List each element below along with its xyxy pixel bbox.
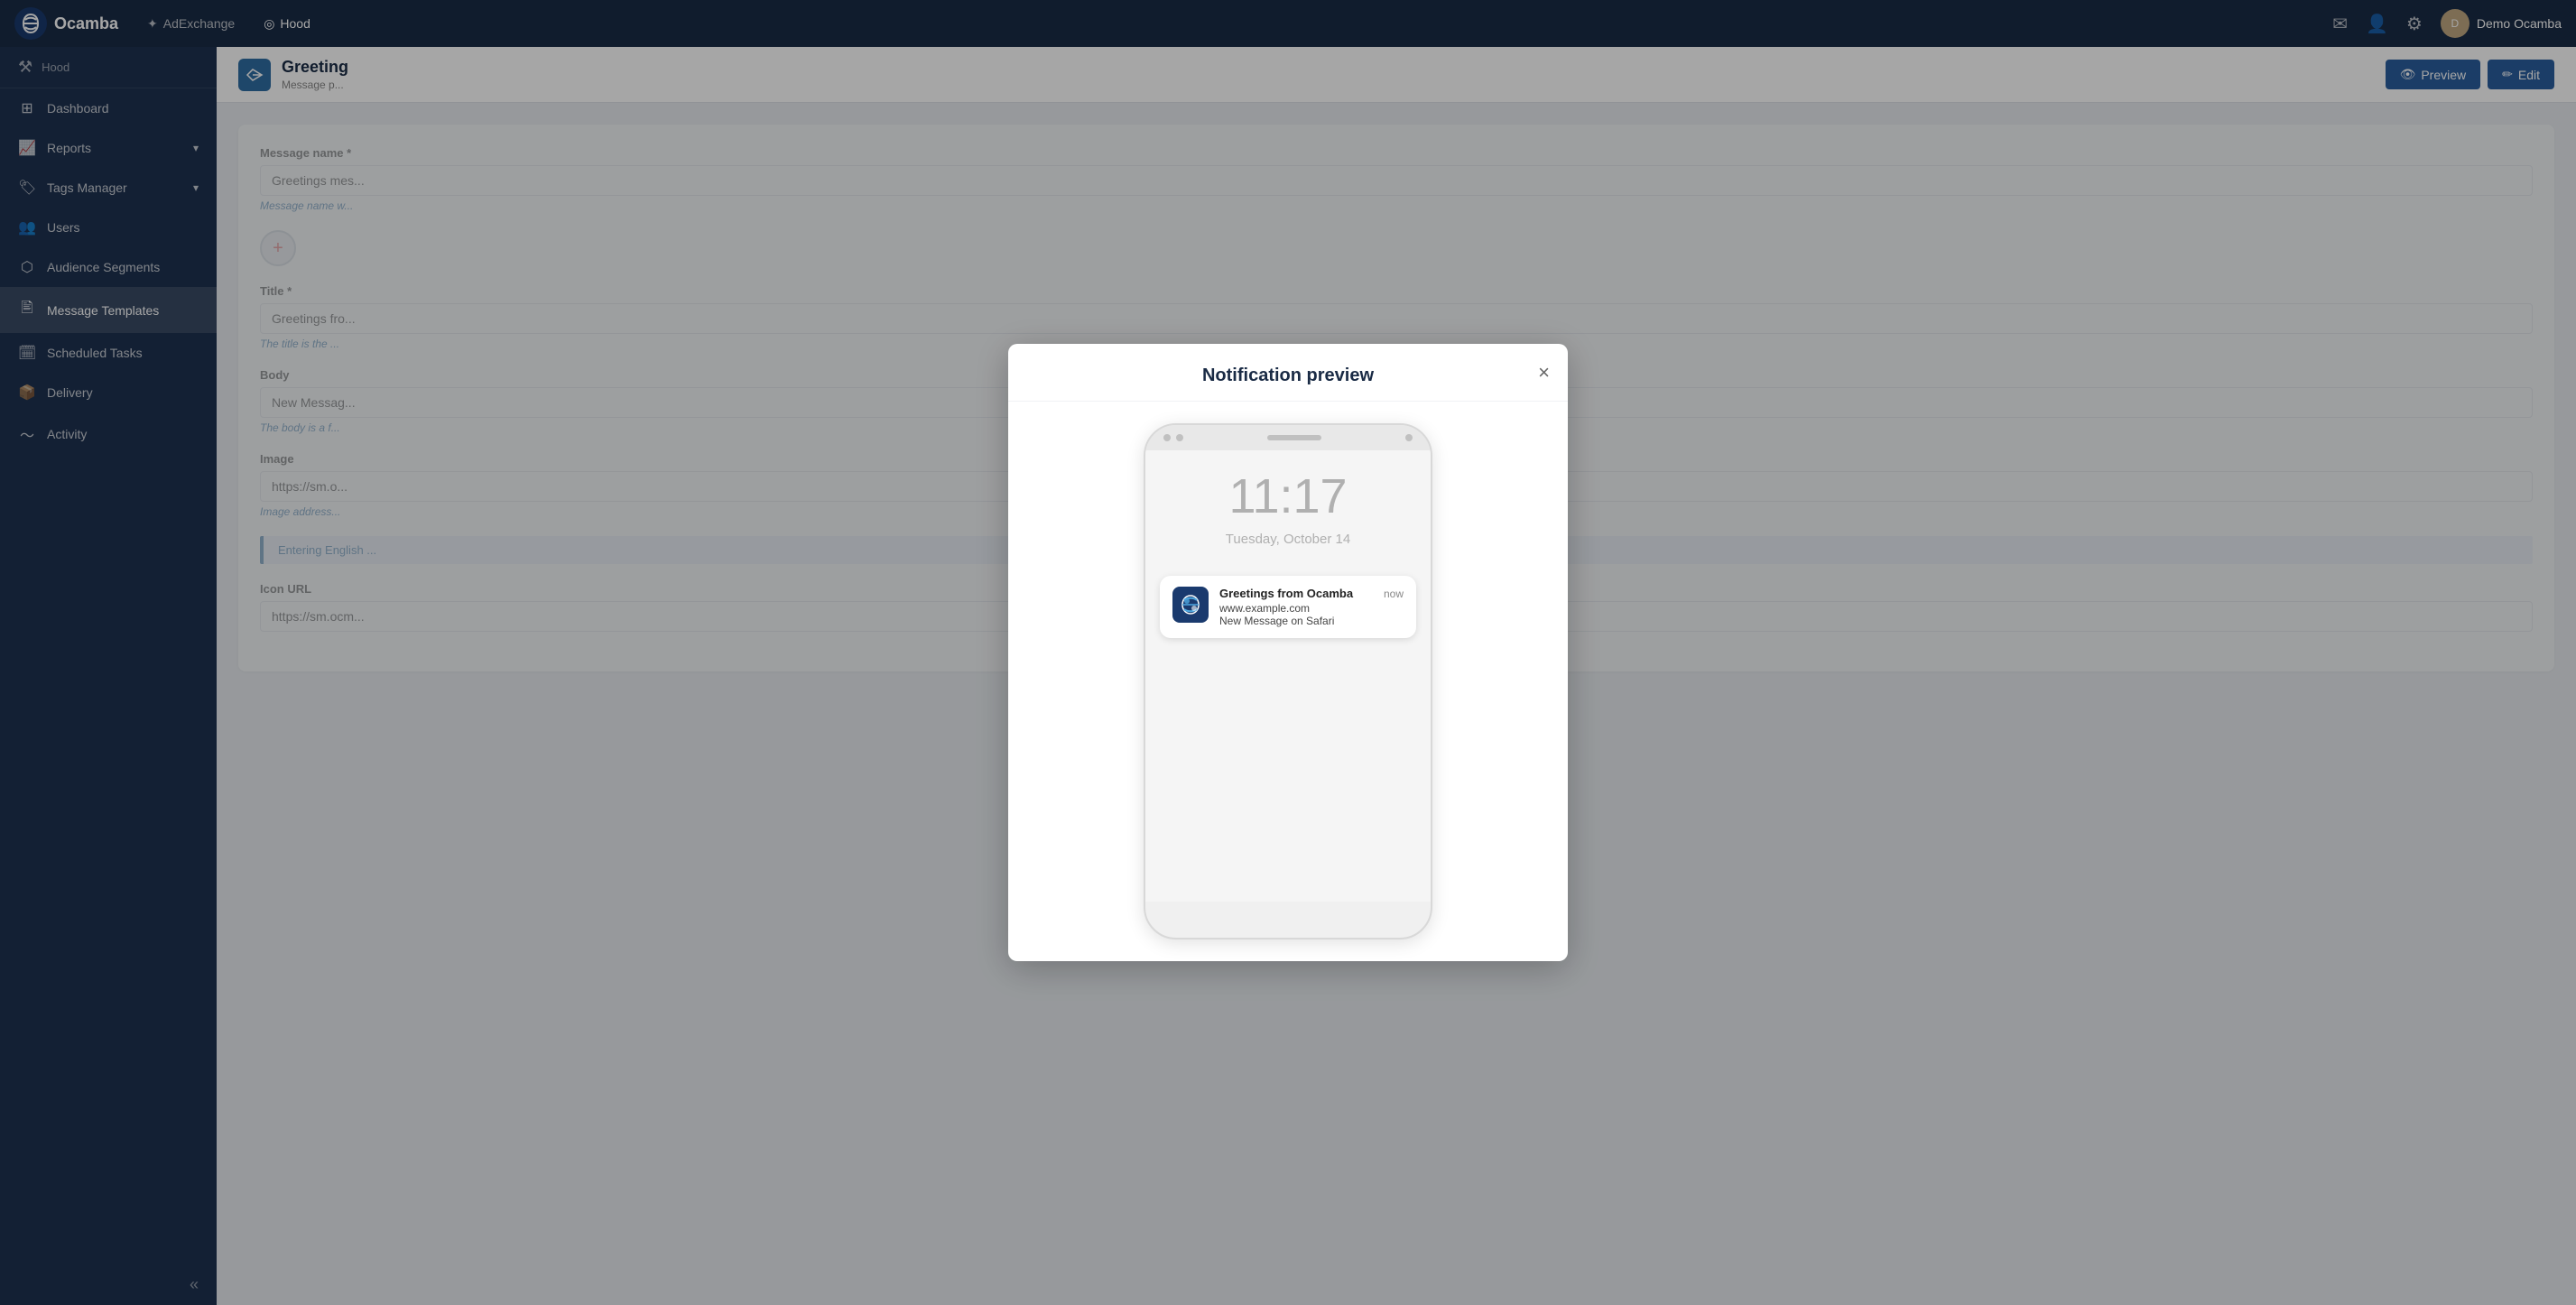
notif-url: www.example.com	[1219, 602, 1404, 615]
camera-area	[1163, 434, 1183, 441]
phone-mockup: 11:17 Tuesday, October 14	[1144, 423, 1432, 939]
phone-date: Tuesday, October 14	[1160, 532, 1416, 547]
modal-close-button[interactable]: ×	[1538, 363, 1550, 383]
notification-preview-modal: Notification preview × 11:17 Tuesday, Oc…	[1008, 344, 1568, 961]
notif-time: now	[1384, 588, 1404, 600]
sensor-dot	[1176, 434, 1183, 441]
phone-screen: 11:17 Tuesday, October 14	[1145, 450, 1431, 902]
phone-notch	[1267, 435, 1321, 440]
notif-body: New Message on Safari	[1219, 615, 1404, 627]
notif-content: Greetings from Ocamba now www.example.co…	[1219, 587, 1404, 627]
modal-title: Notification preview	[1202, 366, 1374, 386]
phone-time: 11:17	[1160, 468, 1416, 524]
power-dot	[1405, 434, 1413, 441]
modal-header: Notification preview ×	[1008, 344, 1568, 402]
notification-card: Greetings from Ocamba now www.example.co…	[1160, 576, 1416, 638]
modal-overlay[interactable]: Notification preview × 11:17 Tuesday, Oc…	[0, 0, 2576, 1305]
phone-top-bar	[1145, 425, 1431, 450]
modal-body: 11:17 Tuesday, October 14	[1008, 402, 1568, 961]
camera-dot	[1163, 434, 1171, 441]
notif-title: Greetings from Ocamba	[1219, 587, 1353, 600]
notif-app-icon	[1172, 587, 1209, 623]
notif-header-row: Greetings from Ocamba now	[1219, 587, 1404, 600]
